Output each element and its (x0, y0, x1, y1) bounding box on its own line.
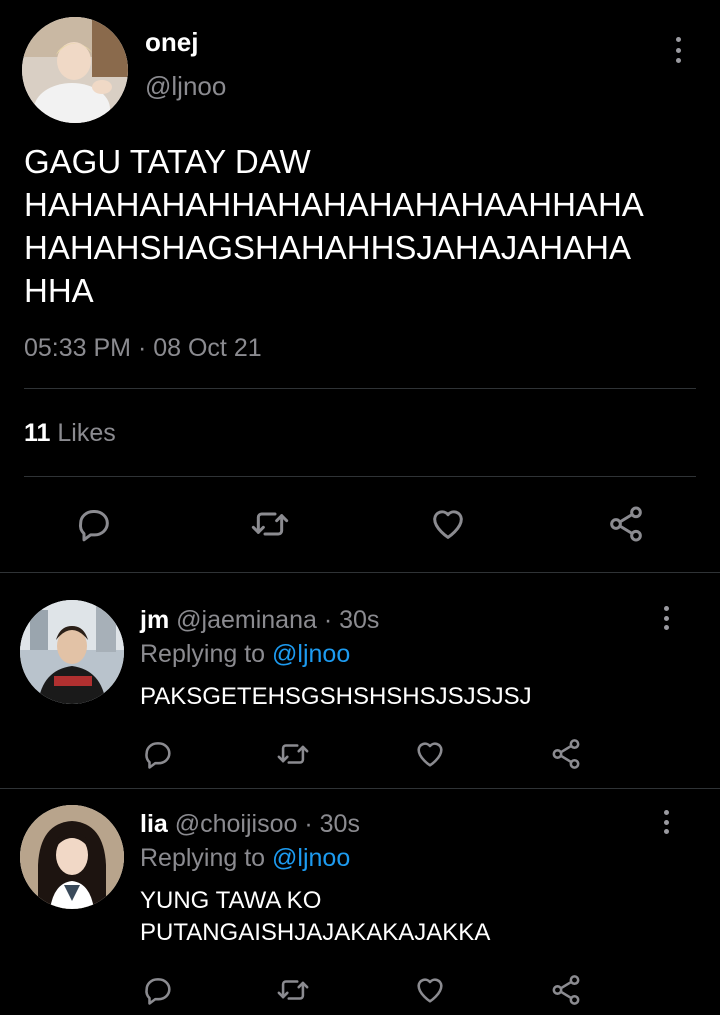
tweet-timestamp[interactable]: 05:33 PM · 08 Oct 21 (24, 334, 262, 363)
divider (24, 388, 696, 389)
user-handle[interactable]: @ljnoo (145, 71, 226, 102)
reply-icon[interactable] (141, 737, 175, 771)
avatar[interactable] (20, 805, 124, 909)
more-options-icon[interactable] (671, 37, 685, 63)
replying-to: Replying to @ljnoo (140, 844, 350, 873)
likes-count: 11 (24, 419, 51, 447)
likes-count-link[interactable]: 11 Likes (24, 419, 116, 448)
like-icon[interactable] (413, 973, 447, 1007)
reply-time: · 30s (323, 606, 380, 634)
retweet-icon[interactable] (250, 504, 290, 544)
user-handle[interactable]: @choijisoo (175, 810, 298, 838)
divider (24, 476, 696, 477)
retweet-icon[interactable] (276, 973, 310, 1007)
more-options-icon[interactable] (659, 606, 673, 630)
replying-label: Replying to (140, 844, 266, 872)
share-icon[interactable] (606, 504, 646, 544)
avatar[interactable] (20, 600, 124, 704)
reply-icon[interactable] (74, 504, 114, 544)
replying-label: Replying to (140, 640, 266, 668)
tweet-text: GAGU TATAY DAW HAHAHAHAHHAHAHAHAHAHAAHHA… (24, 143, 644, 309)
reply-time: · 30s (304, 810, 360, 838)
reply-icon[interactable] (141, 973, 175, 1007)
share-icon[interactable] (549, 973, 583, 1007)
display-name[interactable]: jm (140, 606, 169, 634)
avatar[interactable] (22, 17, 128, 123)
display-name[interactable]: onej (145, 27, 198, 58)
reply-text: YUNG TAWA KO PUTANGAISHJAJAKAKAJAKKA (140, 887, 491, 946)
mention-link[interactable]: @ljnoo (272, 640, 350, 668)
retweet-icon[interactable] (276, 737, 310, 771)
like-icon[interactable] (413, 737, 447, 771)
reply-header: lia @choijisoo · 30s (140, 810, 360, 839)
mention-link[interactable]: @ljnoo (272, 844, 350, 872)
user-handle[interactable]: @jaeminana (176, 606, 317, 634)
divider (0, 788, 720, 789)
like-icon[interactable] (428, 504, 468, 544)
replying-to: Replying to @ljnoo (140, 640, 350, 669)
share-icon[interactable] (549, 737, 583, 771)
display-name[interactable]: lia (140, 810, 168, 838)
more-options-icon[interactable] (659, 810, 673, 834)
divider (0, 572, 720, 573)
reply-text: PAKSGETEHSGSHSHSHSJSJSJSJ (140, 683, 532, 710)
reply-header: jm @jaeminana · 30s (140, 606, 379, 635)
likes-label: Likes (57, 419, 116, 447)
